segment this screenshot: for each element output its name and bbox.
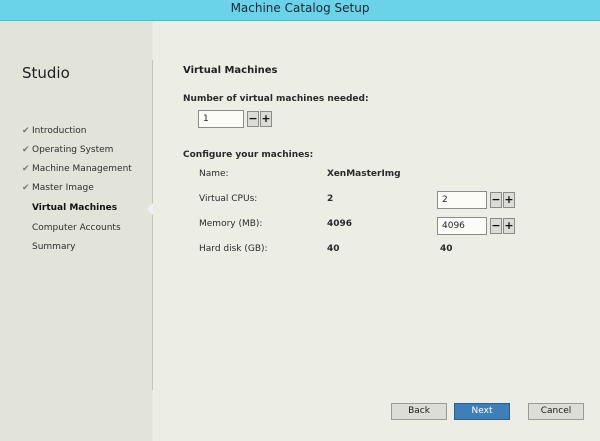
memory-input[interactable] (437, 217, 487, 235)
hard-disk-default: 40 (327, 244, 340, 254)
checkmark-icon: ✔ (22, 145, 30, 155)
step-label: Machine Management (32, 164, 132, 174)
window-title: Machine Catalog Setup (230, 1, 370, 15)
configure-label: Configure your machines: (183, 150, 314, 160)
step-virtual-machines: Virtual Machines (22, 203, 117, 213)
name-label: Name: (199, 169, 229, 179)
vm-count-input[interactable] (198, 110, 244, 128)
vm-count-increment-button[interactable]: + (260, 111, 272, 127)
title-bar: Machine Catalog Setup (0, 0, 600, 21)
virtual-cpus-label: Virtual CPUs: (199, 194, 258, 204)
step-label: Master Image (32, 183, 94, 193)
main-panel (153, 21, 600, 441)
step-summary: Summary (22, 242, 76, 252)
memory-default: 4096 (327, 219, 353, 229)
virtual-cpus-increment-button[interactable]: + (503, 192, 515, 208)
virtual-cpus-decrement-button[interactable]: − (490, 192, 502, 208)
memory-decrement-button[interactable]: − (490, 218, 502, 234)
step-label: Introduction (32, 126, 87, 136)
virtual-cpus-default: 2 (327, 194, 334, 204)
back-button[interactable]: Back (391, 403, 447, 420)
sidebar-title: Studio (22, 64, 70, 82)
checkmark-icon: ✔ (22, 183, 30, 193)
step-label: Summary (32, 242, 76, 252)
step-label: Virtual Machines (32, 203, 118, 213)
vm-count-decrement-button[interactable]: − (247, 111, 259, 127)
page-title: Virtual Machines (183, 65, 278, 76)
hard-disk-label: Hard disk (GB): (199, 244, 268, 254)
step-operating-system: ✔ Operating System (22, 145, 113, 155)
sidebar-divider (152, 60, 153, 390)
checkmark-icon: ✔ (22, 164, 30, 174)
virtual-cpus-input[interactable] (437, 191, 487, 209)
step-introduction: ✔ Introduction (22, 126, 87, 136)
memory-label: Memory (MB): (199, 219, 263, 229)
name-value: XenMasterImg (327, 169, 401, 179)
memory-increment-button[interactable]: + (503, 218, 515, 234)
vm-count-label: Number of virtual machines needed: (183, 94, 369, 104)
hard-disk-value: 40 (440, 244, 453, 254)
next-button[interactable]: Next (454, 403, 510, 420)
active-step-pointer (147, 203, 153, 215)
cancel-button[interactable]: Cancel (528, 403, 584, 420)
step-label: Computer Accounts (32, 223, 121, 233)
checkmark-icon: ✔ (22, 126, 30, 136)
step-computer-accounts: Computer Accounts (22, 223, 121, 233)
step-master-image: ✔ Master Image (22, 183, 94, 193)
step-machine-management: ✔ Machine Management (22, 164, 132, 174)
step-label: Operating System (32, 145, 114, 155)
